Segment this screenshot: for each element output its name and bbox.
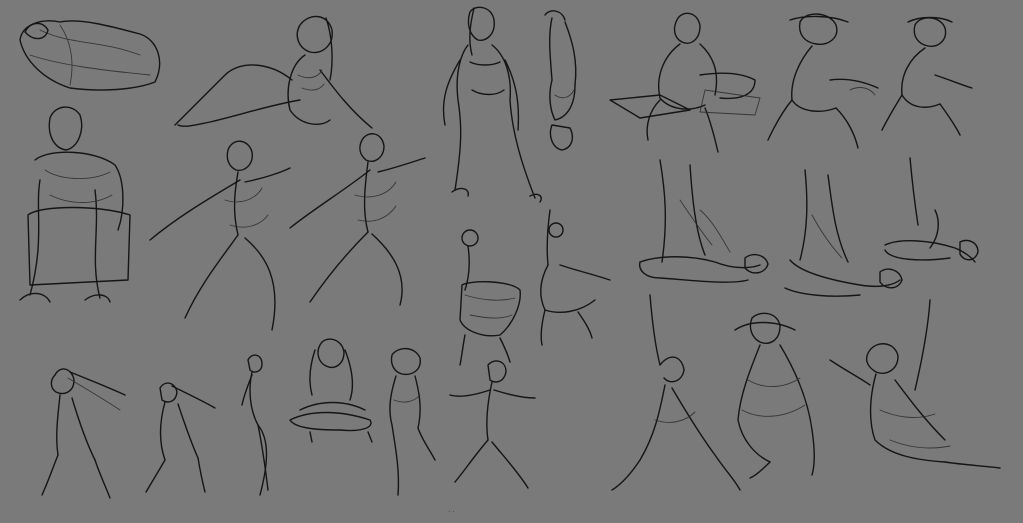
figure-upside-down [544, 10, 577, 151]
figure-windblown-2 [145, 382, 216, 493]
figure-seated-bench [609, 12, 761, 153]
figure-seated-chair [19, 106, 131, 303]
figure-hanging-ring-1 [459, 229, 521, 366]
figure-curled-lying [19, 20, 161, 91]
figure-sword-lunge [611, 294, 741, 491]
figure-crouch-hat-1 [767, 13, 879, 149]
figure-aerial-silk-1 [638, 159, 769, 283]
figure-seated-reclining [174, 15, 373, 129]
figure-standing-hat [389, 347, 436, 496]
figure-lunge-right [289, 133, 426, 306]
sketch-sheet: · · [0, 0, 1023, 523]
figure-hanging-ring-2 [540, 209, 611, 346]
figure-crouch-hat-2 [881, 16, 973, 136]
figure-standing-swimsuit [442, 6, 542, 203]
figure-striding [449, 360, 536, 489]
figure-swinging-rope [829, 299, 1001, 469]
figure-aerial-silk-3 [884, 157, 979, 263]
figure-arched-dancer [241, 354, 269, 496]
figure-lunge-left [149, 140, 291, 331]
figure-caped-warrior [734, 312, 815, 479]
gesture-drawings [19, 6, 1001, 499]
figure-seated-cross-legged [289, 338, 373, 443]
page-mark: · · [448, 508, 455, 516]
figure-windblown-1 [41, 368, 126, 499]
figure-aerial-silk-2 [784, 169, 903, 297]
